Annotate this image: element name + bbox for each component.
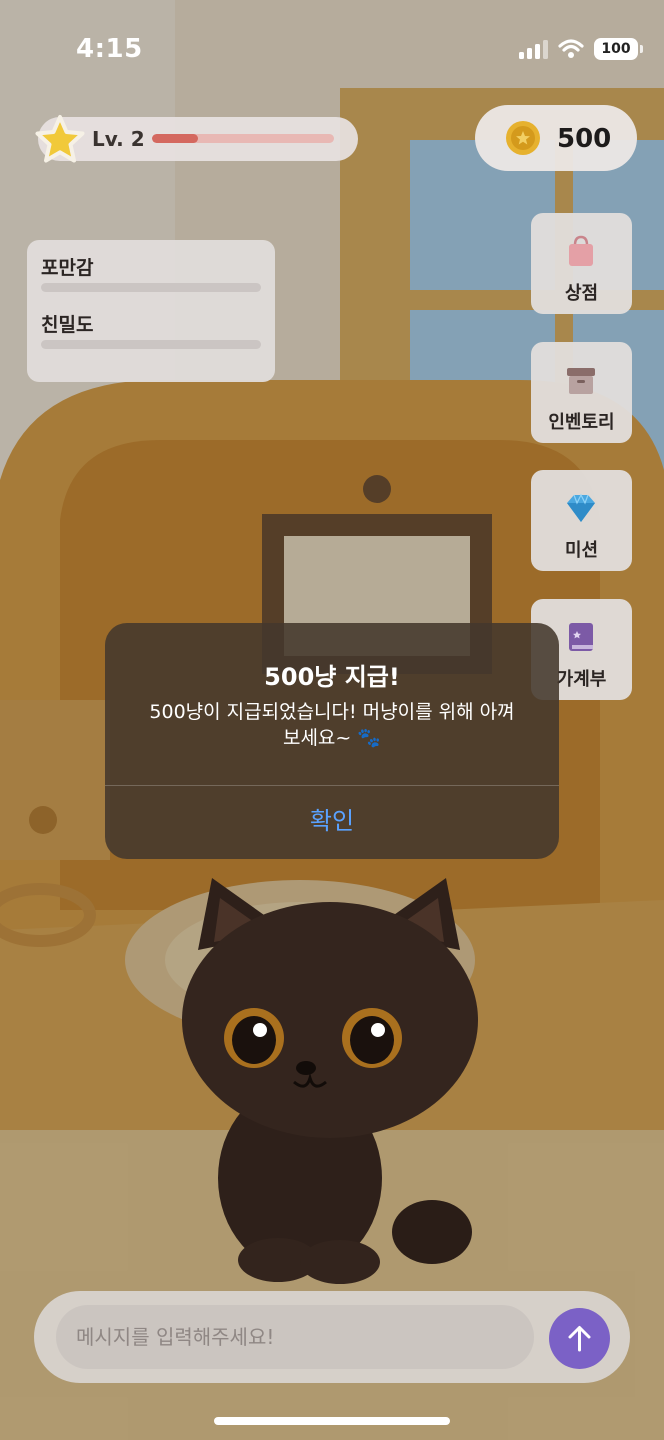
pet-cat-image[interactable] — [170, 870, 490, 1290]
arrow-up-icon — [568, 1326, 591, 1352]
shopping-bag-icon — [569, 235, 593, 266]
coin-icon — [506, 121, 540, 155]
game-screen: 4:15 100 Lv. 2 500 포만감 친밀도 상점 인벤토리 미션 가계… — [0, 0, 664, 1440]
menu-button-inventory[interactable]: 인벤토리 — [531, 342, 632, 443]
menu-button-mission[interactable]: 미션 — [531, 470, 632, 571]
menu-label-shop: 상점 — [564, 283, 599, 304]
home-indicator — [214, 1417, 450, 1425]
reward-dialog: 500냥 지급! 500냥이 지급되었습니다! 머냥이를 위해 아껴보세요~ 🐾… — [105, 623, 559, 859]
send-button[interactable] — [549, 1308, 610, 1369]
coin-amount: 500 — [557, 124, 612, 154]
stat-label-intimacy: 친밀도 — [41, 314, 94, 336]
menu-button-shop[interactable]: 상점 — [531, 213, 632, 314]
level-label: Lv. 2 — [92, 127, 145, 151]
coin-panel — [475, 105, 637, 171]
dialog-message: 500냥이 지급되었습니다! 머냥이를 위해 아껴보세요~ 🐾 — [149, 701, 515, 749]
xp-bar — [152, 134, 334, 143]
dialog-title: 500냥 지급! — [264, 663, 400, 691]
xp-bar-fill — [152, 134, 198, 143]
storage-box-icon — [567, 368, 595, 394]
book-icon — [569, 623, 593, 651]
menu-label-inventory: 인벤토리 — [548, 412, 615, 433]
stat-label-fullness: 포만감 — [41, 257, 94, 279]
diamond-icon — [567, 493, 595, 522]
battery-icon: 100 — [594, 38, 643, 60]
intimacy-bar — [41, 340, 261, 349]
status-icons: 100 — [519, 38, 643, 60]
message-input[interactable] — [56, 1305, 534, 1369]
fullness-bar — [41, 283, 261, 292]
confirm-button[interactable]: 확인 — [105, 786, 559, 859]
status-time: 4:15 — [76, 34, 143, 64]
star-icon — [35, 115, 85, 163]
wifi-icon — [558, 39, 584, 58]
signal-icon — [519, 39, 548, 59]
menu-label-mission: 미션 — [564, 540, 599, 561]
